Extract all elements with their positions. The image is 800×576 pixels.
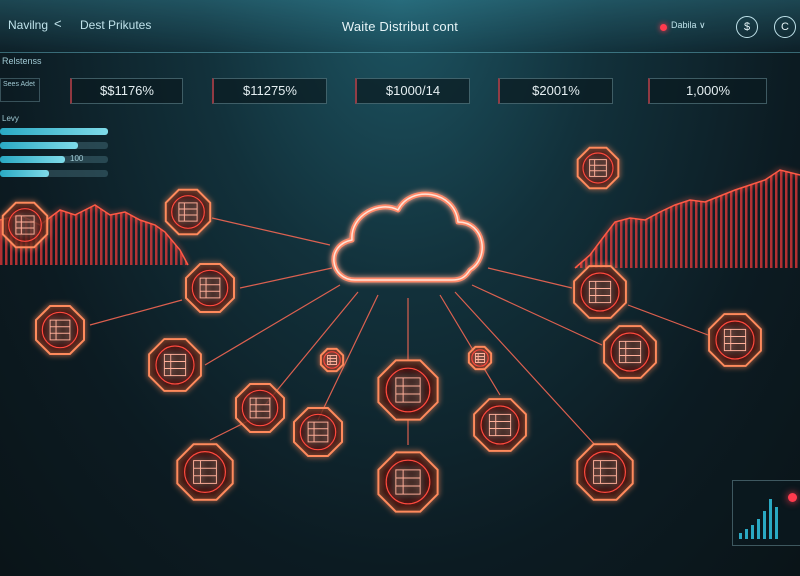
network-node[interactable] — [35, 305, 85, 355]
network-node[interactable] — [708, 313, 762, 367]
network-node[interactable] — [377, 451, 439, 513]
network-node[interactable] — [576, 443, 634, 501]
network-node[interactable] — [473, 398, 527, 452]
node-group — [1, 146, 762, 513]
network-node[interactable] — [576, 146, 620, 190]
network-node[interactable] — [176, 443, 234, 501]
network-diagram — [0, 146, 800, 513]
network-node[interactable] — [377, 359, 439, 421]
network-node[interactable] — [1, 201, 49, 249]
alert-dot-icon — [788, 493, 797, 502]
network-node[interactable] — [319, 347, 345, 373]
network-node[interactable] — [573, 265, 627, 319]
network-node[interactable] — [603, 325, 657, 379]
mini-chart-panel — [732, 480, 800, 546]
network-node[interactable] — [148, 338, 202, 392]
network-node[interactable] — [164, 188, 212, 236]
network-node[interactable] — [467, 345, 493, 371]
network-node[interactable] — [293, 407, 343, 457]
network-node[interactable] — [235, 383, 285, 433]
cloud-icon[interactable] — [331, 191, 485, 283]
mini-bar-chart — [739, 499, 778, 539]
network-node[interactable] — [185, 263, 235, 313]
